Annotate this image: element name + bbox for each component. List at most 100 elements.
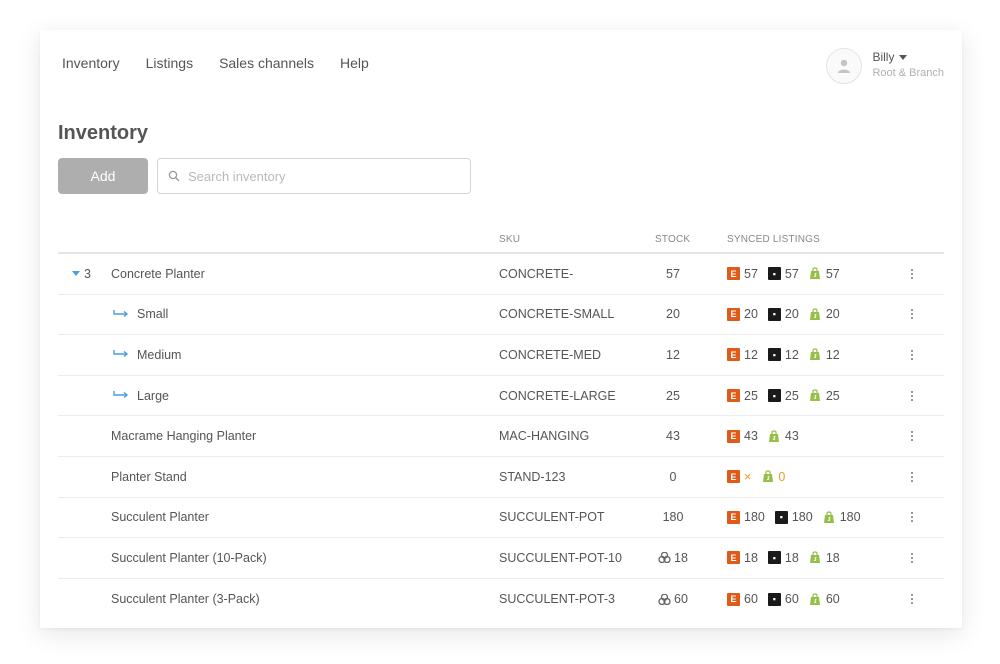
- item-sku: CONCRETE-: [499, 266, 574, 281]
- table-row[interactable]: Large CONCRETE-LARGE 25 E 25 ▪ 25 25: [58, 376, 944, 417]
- etsy-count: 18: [744, 550, 758, 565]
- shopify-icon: [809, 308, 822, 321]
- item-sku: CONCRETE-LARGE: [499, 388, 616, 403]
- synced-listings: E 18 ▪ 18 18: [727, 551, 846, 565]
- more-options-icon[interactable]: [908, 390, 916, 401]
- square-icon: ▪: [767, 592, 781, 606]
- chevron-down-icon[interactable]: [899, 54, 908, 60]
- item-name[interactable]: Succulent Planter (3-Pack): [111, 592, 260, 606]
- table-row[interactable]: Succulent Planter (3-Pack) SUCCULENT-POT-…: [58, 579, 944, 620]
- item-stock: 0: [669, 469, 677, 484]
- item-stock: 60: [674, 592, 688, 607]
- table-body: 3 Concrete Planter CONCRETE- 57 E 57 ▪ 57 57 Smal…: [58, 254, 944, 619]
- shopify-count: 18: [825, 550, 840, 565]
- item-stock: 12: [666, 347, 680, 362]
- etsy-count: 12: [744, 347, 758, 362]
- etsy-icon: E: [727, 470, 740, 484]
- square-count: 20: [784, 307, 799, 322]
- etsy-icon: E: [727, 592, 740, 606]
- add-button[interactable]: Add: [58, 158, 148, 194]
- nav-help[interactable]: Help: [340, 55, 369, 71]
- more-options-icon[interactable]: [908, 512, 916, 523]
- page-title: Inventory: [58, 122, 149, 144]
- item-sku: CONCRETE-MED: [499, 347, 602, 362]
- shopify-icon: [809, 389, 822, 402]
- etsy-count: 43: [744, 429, 758, 444]
- top-nav: Inventory Listings Sales channels Help: [62, 55, 369, 71]
- square-count: 180: [791, 510, 813, 525]
- user-name: Billy: [872, 50, 895, 64]
- square-count: 25: [784, 388, 799, 403]
- more-options-icon[interactable]: [908, 552, 916, 563]
- nav-inventory[interactable]: Inventory: [62, 55, 120, 71]
- shopify-icon: [809, 267, 822, 280]
- header-synced-listings: SYNCED LISTINGS: [727, 234, 821, 245]
- table-row[interactable]: Macrame Hanging Planter MAC-HANGING 43 E 43 4…: [58, 416, 944, 457]
- item-name[interactable]: Macrame Hanging Planter: [111, 429, 256, 443]
- shopify-count: 25: [825, 388, 840, 403]
- synced-listings: E 60 ▪ 60 60: [727, 592, 846, 606]
- item-sku: MAC-HANGING: [499, 429, 590, 444]
- etsy-count: 20: [744, 307, 758, 322]
- item-name[interactable]: Small: [137, 307, 168, 321]
- table-row[interactable]: Succulent Planter (10-Pack) SUCCULENT-POT…: [58, 538, 944, 579]
- item-sku: SUCCULENT-POT-3: [499, 592, 615, 607]
- more-options-icon[interactable]: [908, 268, 916, 279]
- square-icon: ▪: [774, 510, 788, 524]
- table-row[interactable]: Succulent Planter SUCCULENT-POT 180 E 180 ▪ 18…: [58, 498, 944, 539]
- bundle-icon: [658, 593, 671, 605]
- square-count: 60: [784, 592, 799, 607]
- item-name[interactable]: Medium: [137, 348, 181, 362]
- more-options-icon[interactable]: [908, 431, 916, 442]
- more-options-icon[interactable]: [908, 349, 916, 360]
- avatar[interactable]: [826, 48, 863, 84]
- square-icon: ▪: [767, 267, 781, 281]
- search-box[interactable]: [157, 158, 471, 194]
- inventory-table: SKU STOCK SYNCED LISTINGS 3 Concrete Plan…: [58, 230, 944, 619]
- child-arrow-icon: [113, 391, 129, 400]
- table-row[interactable]: 3 Concrete Planter CONCRETE- 57 E 57 ▪ 57 57: [58, 254, 944, 295]
- shopify-count: 60: [825, 592, 840, 607]
- table-header: SKU STOCK SYNCED LISTINGS: [58, 230, 944, 254]
- item-name[interactable]: Succulent Planter: [111, 510, 209, 524]
- shopify-count: 12: [825, 347, 840, 362]
- synced-listings: E 25 ▪ 25 25: [727, 389, 846, 403]
- more-options-icon[interactable]: [908, 471, 916, 482]
- square-count: 12: [784, 347, 799, 362]
- table-row[interactable]: Medium CONCRETE-MED 12 E 12 ▪ 12 12: [58, 335, 944, 376]
- item-sku: CONCRETE-SMALL: [499, 307, 615, 322]
- item-stock: 20: [666, 307, 680, 322]
- square-icon: ▪: [767, 348, 781, 362]
- user-menu[interactable]: Billy Root & Branch: [826, 48, 944, 84]
- nav-sales-channels[interactable]: Sales channels: [219, 55, 314, 71]
- etsy-icon: E: [727, 267, 740, 281]
- square-icon: ▪: [767, 551, 781, 565]
- item-name[interactable]: Succulent Planter (10-Pack): [111, 551, 267, 565]
- item-stock: 18: [674, 550, 688, 565]
- more-options-icon[interactable]: [908, 309, 916, 320]
- table-row[interactable]: Small CONCRETE-SMALL 20 E 20 ▪ 20 20: [58, 295, 944, 336]
- header-sku[interactable]: SKU: [499, 234, 520, 245]
- expand-toggle[interactable]: 3: [72, 267, 91, 281]
- table-row[interactable]: Planter Stand STAND-123 0 E × 0: [58, 457, 944, 498]
- etsy-icon: E: [727, 307, 740, 321]
- synced-listings: E 180 ▪ 180 180: [727, 510, 867, 524]
- etsy-icon: E: [727, 348, 740, 362]
- etsy-icon: E: [727, 429, 740, 443]
- header-stock[interactable]: STOCK: [655, 234, 690, 245]
- search-icon: [168, 170, 180, 182]
- square-icon: ▪: [767, 389, 781, 403]
- user-org: Root & Branch: [872, 67, 944, 79]
- item-sku: SUCCULENT-POT: [499, 510, 605, 525]
- etsy-count: 60: [744, 592, 758, 607]
- shopify-count: 180: [839, 510, 861, 525]
- item-name[interactable]: Concrete Planter: [111, 267, 205, 281]
- item-name[interactable]: Planter Stand: [111, 470, 187, 484]
- square-count: 18: [784, 550, 799, 565]
- item-name[interactable]: Large: [137, 389, 169, 403]
- nav-listings[interactable]: Listings: [146, 55, 193, 71]
- more-options-icon[interactable]: [908, 594, 916, 605]
- item-sku: SUCCULENT-POT-10: [499, 550, 622, 565]
- synced-listings: E 12 ▪ 12 12: [727, 348, 846, 362]
- search-input[interactable]: [188, 168, 448, 184]
